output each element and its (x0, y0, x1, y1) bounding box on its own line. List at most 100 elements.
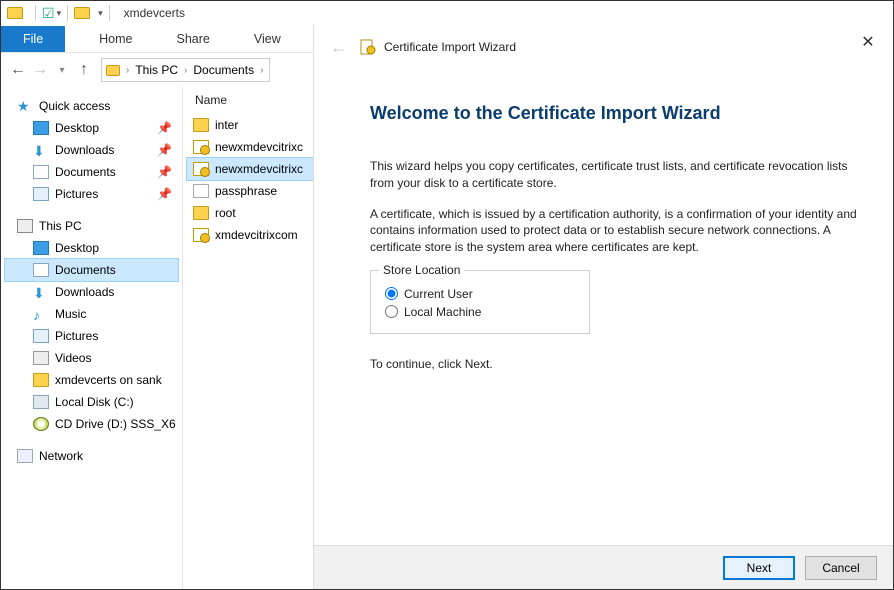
radio-label: Local Machine (404, 305, 481, 319)
folder-icon (33, 373, 49, 387)
sidebar-quick-access[interactable]: ★ Quick access (5, 95, 178, 117)
wizard-paragraph: This wizard helps you copy certificates,… (370, 158, 861, 192)
file-name: newxmdevcitrixc (215, 140, 303, 154)
breadcrumb-documents[interactable]: Documents (189, 63, 258, 77)
pc-icon (17, 219, 33, 233)
sidebar-item-documents[interactable]: Documents (5, 259, 178, 281)
wizard-header: ← Certificate Import Wizard (314, 25, 893, 69)
qat-dropdown-icon[interactable]: ▾ (57, 8, 62, 19)
wizard-title: Certificate Import Wizard (384, 40, 516, 54)
cancel-button[interactable]: Cancel (805, 556, 877, 580)
sidebar-item-videos[interactable]: Videos (5, 347, 178, 369)
group-legend: Store Location (379, 263, 464, 277)
certificate-icon (193, 140, 209, 154)
pictures-icon (33, 187, 49, 201)
title-bar: ☑ ▾ ▾ xmdevcerts (1, 1, 893, 25)
address-folder-icon (106, 65, 120, 76)
wizard-paragraph: A certificate, which is issued by a cert… (370, 206, 861, 256)
sidebar-item-desktop[interactable]: Desktop📌 (5, 117, 178, 139)
qat-newfolder-icon[interactable] (74, 7, 90, 19)
pin-icon: 📌 (157, 143, 172, 157)
downloads-icon: ⬇ (33, 143, 49, 157)
tab-view[interactable]: View (232, 26, 303, 52)
certificate-icon (193, 228, 209, 242)
music-icon: ♪ (33, 307, 49, 321)
sidebar-label: Videos (55, 351, 91, 365)
sidebar-this-pc[interactable]: This PC (5, 215, 178, 237)
cd-icon (33, 417, 49, 431)
next-button[interactable]: Next (723, 556, 795, 580)
qat-separator (109, 5, 110, 21)
sidebar-label: Quick access (39, 99, 110, 113)
sidebar-label: Documents (55, 263, 116, 277)
sidebar-item-netshare[interactable]: xmdevcerts on sank (5, 369, 178, 391)
file-name: xmdevcitrixcom (215, 228, 298, 242)
file-name: root (215, 206, 236, 220)
chevron-right-icon[interactable]: › (182, 65, 189, 76)
chevron-right-icon[interactable]: › (124, 65, 131, 76)
app-folder-icon (7, 7, 23, 19)
downloads-icon: ⬇ (33, 285, 49, 299)
sidebar-label: Documents (55, 165, 116, 179)
pin-icon: 📌 (157, 187, 172, 201)
nav-recent-dropdown[interactable]: ▾ (51, 59, 73, 81)
sidebar-label: Network (39, 449, 83, 463)
nav-up-button[interactable]: ↑ (73, 59, 95, 81)
qat-separator (35, 5, 36, 21)
sidebar-item-pictures[interactable]: Pictures (5, 325, 178, 347)
address-bar[interactable]: › This PC › Documents › (101, 58, 270, 82)
sidebar-item-desktop[interactable]: Desktop (5, 237, 178, 259)
file-name: newxmdevcitrixc (215, 162, 303, 176)
videos-icon (33, 351, 49, 365)
tab-file[interactable]: File (1, 26, 65, 52)
document-icon (33, 165, 49, 179)
qat-customize-icon[interactable]: ▾ (98, 8, 103, 19)
tab-share[interactable]: Share (155, 26, 232, 52)
window-title: xmdevcerts (124, 6, 185, 20)
sidebar-label: Desktop (55, 121, 99, 135)
radio-current-user[interactable]: Current User (385, 287, 575, 301)
disk-icon (33, 395, 49, 409)
sidebar-label: Music (55, 307, 86, 321)
sidebar-network[interactable]: Network (5, 445, 178, 467)
radio-label: Current User (404, 287, 473, 301)
file-name: inter (215, 118, 238, 132)
certificate-icon (193, 162, 209, 176)
sidebar-label: CD Drive (D:) SSS_X6 (55, 417, 176, 431)
nav-back-button[interactable]: ← (7, 59, 29, 81)
radio-local-machine[interactable]: Local Machine (385, 305, 575, 319)
sidebar-item-downloads[interactable]: ⬇ Downloads 📌 (5, 139, 178, 161)
sidebar-item-localdisk[interactable]: Local Disk (C:) (5, 391, 178, 413)
store-location-group: Store Location Current User Local Machin… (370, 270, 590, 334)
chevron-right-icon[interactable]: › (258, 65, 265, 76)
sidebar-item-music[interactable]: ♪ Music (5, 303, 178, 325)
sidebar-item-documents[interactable]: Documents📌 (5, 161, 178, 183)
desktop-icon (33, 241, 49, 255)
certificate-icon (360, 39, 376, 55)
pictures-icon (33, 329, 49, 343)
wizard-body: Welcome to the Certificate Import Wizard… (314, 69, 893, 373)
sidebar-label: Downloads (55, 143, 114, 157)
star-icon: ★ (17, 99, 33, 113)
sidebar-label: Desktop (55, 241, 99, 255)
tab-home[interactable]: Home (77, 26, 154, 52)
network-icon (17, 449, 33, 463)
sidebar-item-downloads[interactable]: ⬇ Downloads (5, 281, 178, 303)
radio-input[interactable] (385, 287, 398, 300)
certificate-wizard-dialog: ✕ ← Certificate Import Wizard Welcome to… (313, 25, 893, 589)
document-icon (33, 263, 49, 277)
nav-forward-button: → (29, 59, 51, 81)
folder-icon (193, 118, 209, 132)
sidebar-item-cddrive[interactable]: CD Drive (D:) SSS_X6 (5, 413, 178, 435)
sidebar-item-pictures[interactable]: Pictures 📌 (5, 183, 178, 205)
desktop-icon (33, 121, 49, 135)
qat-properties-icon[interactable]: ☑ (42, 6, 55, 20)
sidebar-label: Pictures (55, 187, 98, 201)
radio-input[interactable] (385, 305, 398, 318)
close-button[interactable]: ✕ (853, 31, 883, 53)
sidebar-label: This PC (39, 219, 82, 233)
breadcrumb-thispc[interactable]: This PC (131, 63, 182, 77)
wizard-heading: Welcome to the Certificate Import Wizard (370, 103, 861, 124)
sidebar-label: Downloads (55, 285, 114, 299)
wizard-footer: Next Cancel (314, 545, 893, 589)
